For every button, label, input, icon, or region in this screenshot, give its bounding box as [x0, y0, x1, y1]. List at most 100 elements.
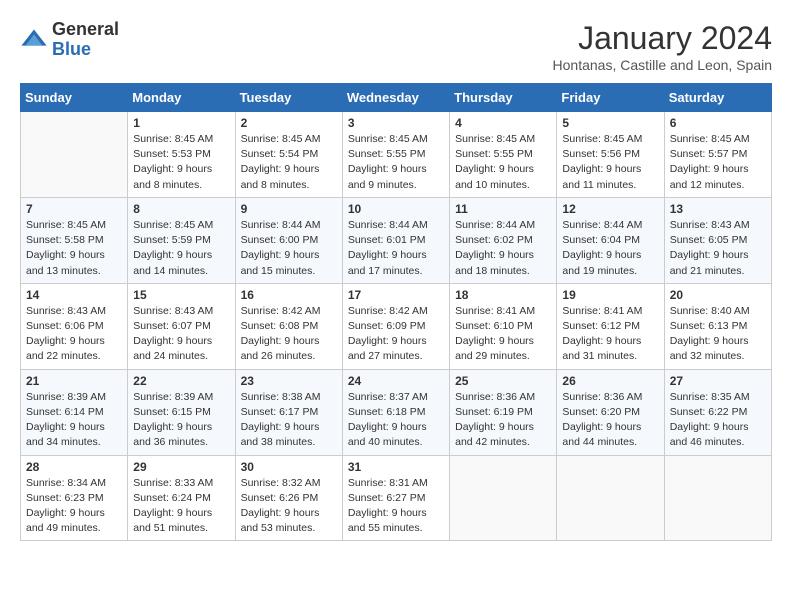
day-number: 18: [455, 288, 551, 302]
calendar-cell: 30Sunrise: 8:32 AMSunset: 6:26 PMDayligh…: [235, 455, 342, 541]
day-number: 24: [348, 374, 444, 388]
cell-info: Sunrise: 8:45 AMSunset: 5:53 PMDaylight:…: [133, 132, 229, 193]
calendar-cell: 26 Sunrise: 8:36 AMSunset: 6:20 PMDayligh…: [557, 369, 664, 455]
calendar-cell: 12Sunrise: 8:44 AMSunset: 6:04 PMDayligh…: [557, 197, 664, 283]
cell-info: Sunrise: 8:33 AMSunset: 6:24 PMDaylight:…: [133, 476, 229, 537]
col-header-friday: Friday: [557, 84, 664, 112]
location-subtitle: Hontanas, Castille and Leon, Spain: [553, 57, 772, 73]
title-block: January 2024 Hontanas, Castille and Leon…: [553, 20, 772, 73]
calendar-cell: 1 Sunrise: 8:45 AMSunset: 5:53 PMDaylight…: [128, 112, 235, 198]
cell-info: Sunrise: 8:44 AMSunset: 6:01 PMDaylight:…: [348, 218, 444, 279]
calendar-cell: 16 Sunrise: 8:42 AMSunset: 6:08 PMDayligh…: [235, 283, 342, 369]
logo-general: General: [52, 20, 119, 40]
calendar-header-row: SundayMondayTuesdayWednesdayThursdayFrid…: [21, 84, 772, 112]
calendar-week-row: 28 Sunrise: 8:34 AMSunset: 6:23 PMDayligh…: [21, 455, 772, 541]
calendar-cell: 24 Sunrise: 8:37 AMSunset: 6:18 PMDayligh…: [342, 369, 449, 455]
col-header-thursday: Thursday: [450, 84, 557, 112]
day-number: 13: [670, 202, 766, 216]
cell-info: Sunrise: 8:43 AMSunset: 6:05 PMDaylight:…: [670, 218, 766, 279]
day-number: 21: [26, 374, 122, 388]
calendar-cell: 15 Sunrise: 8:43 AMSunset: 6:07 PMDayligh…: [128, 283, 235, 369]
day-number: 14: [26, 288, 122, 302]
day-number: 28: [26, 460, 122, 474]
calendar-cell: [450, 455, 557, 541]
day-number: 2: [241, 116, 337, 130]
cell-info: Sunrise: 8:45 AMSunset: 5:58 PMDaylight:…: [26, 218, 122, 279]
day-number: 6: [670, 116, 766, 130]
day-number: 20: [670, 288, 766, 302]
cell-info: Sunrise: 8:41 AMSunset: 6:12 PMDaylight:…: [562, 304, 658, 365]
calendar-week-row: 21 Sunrise: 8:39 AMSunset: 6:14 PMDayligh…: [21, 369, 772, 455]
calendar-cell: 29 Sunrise: 8:33 AMSunset: 6:24 PMDayligh…: [128, 455, 235, 541]
calendar-cell: [664, 455, 771, 541]
cell-info: Sunrise: 8:45 AMSunset: 5:59 PMDaylight:…: [133, 218, 229, 279]
col-header-wednesday: Wednesday: [342, 84, 449, 112]
logo-text: General Blue: [52, 20, 119, 60]
cell-info: Sunrise: 8:44 AMSunset: 6:00 PMDaylight:…: [241, 218, 337, 279]
cell-info: Sunrise: 8:40 AMSunset: 6:13 PMDaylight:…: [670, 304, 766, 365]
day-number: 5: [562, 116, 658, 130]
calendar-week-row: 14 Sunrise: 8:43 AMSunset: 6:06 PMDayligh…: [21, 283, 772, 369]
day-number: 25: [455, 374, 551, 388]
calendar-cell: 23 Sunrise: 8:38 AMSunset: 6:17 PMDayligh…: [235, 369, 342, 455]
cell-info: Sunrise: 8:35 AMSunset: 6:22 PMDaylight:…: [670, 390, 766, 451]
logo-blue: Blue: [52, 40, 119, 60]
cell-info: Sunrise: 8:43 AMSunset: 6:07 PMDaylight:…: [133, 304, 229, 365]
day-number: 19: [562, 288, 658, 302]
cell-info: Sunrise: 8:36 AMSunset: 6:20 PMDaylight:…: [562, 390, 658, 451]
calendar-cell: 2Sunrise: 8:45 AMSunset: 5:54 PMDaylight…: [235, 112, 342, 198]
cell-info: Sunrise: 8:31 AMSunset: 6:27 PMDaylight:…: [348, 476, 444, 537]
day-number: 23: [241, 374, 337, 388]
cell-info: Sunrise: 8:38 AMSunset: 6:17 PMDaylight:…: [241, 390, 337, 451]
calendar-cell: 28 Sunrise: 8:34 AMSunset: 6:23 PMDayligh…: [21, 455, 128, 541]
cell-info: Sunrise: 8:42 AMSunset: 6:08 PMDaylight:…: [241, 304, 337, 365]
calendar-cell: 5 Sunrise: 8:45 AMSunset: 5:56 PMDaylight…: [557, 112, 664, 198]
day-number: 7: [26, 202, 122, 216]
cell-info: Sunrise: 8:43 AMSunset: 6:06 PMDaylight:…: [26, 304, 122, 365]
col-header-monday: Monday: [128, 84, 235, 112]
cell-info: Sunrise: 8:36 AMSunset: 6:19 PMDaylight:…: [455, 390, 551, 451]
calendar-cell: 4 Sunrise: 8:45 AMSunset: 5:55 PMDaylight…: [450, 112, 557, 198]
day-number: 4: [455, 116, 551, 130]
day-number: 16: [241, 288, 337, 302]
calendar-week-row: 7 Sunrise: 8:45 AMSunset: 5:58 PMDaylight…: [21, 197, 772, 283]
calendar-cell: 7 Sunrise: 8:45 AMSunset: 5:58 PMDaylight…: [21, 197, 128, 283]
month-title: January 2024: [553, 20, 772, 57]
cell-info: Sunrise: 8:45 AMSunset: 5:56 PMDaylight:…: [562, 132, 658, 193]
calendar-cell: 6Sunrise: 8:45 AMSunset: 5:57 PMDaylight…: [664, 112, 771, 198]
cell-info: Sunrise: 8:37 AMSunset: 6:18 PMDaylight:…: [348, 390, 444, 451]
logo-icon: [20, 26, 48, 54]
cell-info: Sunrise: 8:45 AMSunset: 5:55 PMDaylight:…: [455, 132, 551, 193]
calendar-cell: 17Sunrise: 8:42 AMSunset: 6:09 PMDayligh…: [342, 283, 449, 369]
cell-info: Sunrise: 8:44 AMSunset: 6:02 PMDaylight:…: [455, 218, 551, 279]
day-number: 10: [348, 202, 444, 216]
day-number: 26: [562, 374, 658, 388]
cell-info: Sunrise: 8:39 AMSunset: 6:14 PMDaylight:…: [26, 390, 122, 451]
calendar-cell: 20 Sunrise: 8:40 AMSunset: 6:13 PMDayligh…: [664, 283, 771, 369]
day-number: 11: [455, 202, 551, 216]
col-header-tuesday: Tuesday: [235, 84, 342, 112]
day-number: 30: [241, 460, 337, 474]
day-number: 31: [348, 460, 444, 474]
day-number: 8: [133, 202, 229, 216]
calendar-cell: 10 Sunrise: 8:44 AMSunset: 6:01 PMDayligh…: [342, 197, 449, 283]
calendar-cell: 11 Sunrise: 8:44 AMSunset: 6:02 PMDayligh…: [450, 197, 557, 283]
cell-info: Sunrise: 8:34 AMSunset: 6:23 PMDaylight:…: [26, 476, 122, 537]
day-number: 29: [133, 460, 229, 474]
day-number: 27: [670, 374, 766, 388]
cell-info: Sunrise: 8:42 AMSunset: 6:09 PMDaylight:…: [348, 304, 444, 365]
calendar-cell: 22Sunrise: 8:39 AMSunset: 6:15 PMDayligh…: [128, 369, 235, 455]
cell-info: Sunrise: 8:44 AMSunset: 6:04 PMDaylight:…: [562, 218, 658, 279]
day-number: 1: [133, 116, 229, 130]
col-header-saturday: Saturday: [664, 84, 771, 112]
calendar-cell: [21, 112, 128, 198]
calendar-cell: 8 Sunrise: 8:45 AMSunset: 5:59 PMDaylight…: [128, 197, 235, 283]
day-number: 15: [133, 288, 229, 302]
page-header: General Blue January 2024 Hontanas, Cast…: [20, 20, 772, 73]
logo: General Blue: [20, 20, 119, 60]
calendar-cell: 3 Sunrise: 8:45 AMSunset: 5:55 PMDaylight…: [342, 112, 449, 198]
day-number: 3: [348, 116, 444, 130]
day-number: 22: [133, 374, 229, 388]
calendar-cell: 21 Sunrise: 8:39 AMSunset: 6:14 PMDayligh…: [21, 369, 128, 455]
cell-info: Sunrise: 8:45 AMSunset: 5:55 PMDaylight:…: [348, 132, 444, 193]
